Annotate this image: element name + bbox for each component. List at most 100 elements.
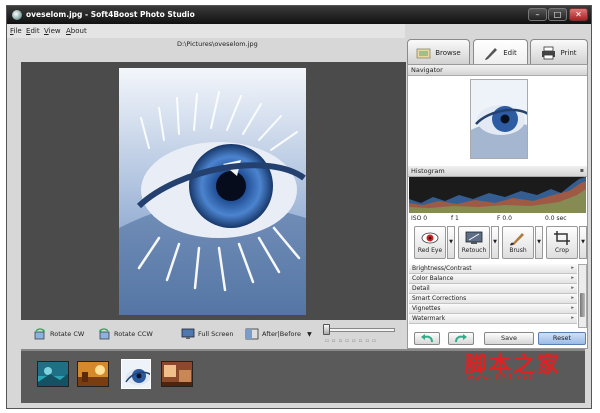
- tab-edit-label: Edit: [503, 48, 517, 57]
- shutter-value: 0.0 sec: [545, 215, 567, 222]
- after-before-dropdown[interactable]: After|Before ▼: [245, 328, 312, 340]
- adjustment-color-balance[interactable]: Color Balance ▸: [409, 274, 577, 284]
- red-eye-label: Red Eye: [417, 247, 443, 254]
- tab-print[interactable]: Print: [530, 39, 588, 65]
- app-logo-icon: [12, 10, 22, 20]
- tab-browse[interactable]: Browse: [407, 39, 470, 65]
- crop-options-arrow[interactable]: ▼: [579, 226, 587, 259]
- eye-icon: [421, 232, 439, 244]
- histogram-header[interactable]: Histogram ▪: [408, 166, 587, 177]
- focal-value: F 0.0: [497, 215, 512, 222]
- full-screen-button[interactable]: Full Screen: [181, 328, 234, 340]
- brush-options-arrow[interactable]: ▼: [535, 226, 543, 259]
- red-eye-options-arrow[interactable]: ▼: [447, 226, 455, 259]
- tab-edit[interactable]: Edit: [473, 39, 528, 65]
- crop-icon: [554, 231, 570, 245]
- adjustment-smart-corrections[interactable]: Smart Corrections ▸: [409, 294, 577, 304]
- expand-icon: ▸: [571, 265, 574, 271]
- thumbnail-strip[interactable]: [21, 349, 585, 403]
- zoom-slider-handle[interactable]: [323, 324, 330, 335]
- adjustment-label: Smart Corrections: [412, 295, 467, 302]
- close-button[interactable]: ✕: [569, 8, 588, 21]
- navigator-preview[interactable]: [470, 79, 528, 159]
- monitor-icon: [181, 328, 195, 339]
- file-path-label: D:\Pictures\oveselom.jpg: [177, 40, 258, 48]
- brush-icon: [510, 233, 524, 246]
- rotate-cw-button[interactable]: Rotate CW: [33, 328, 84, 340]
- adjustment-watermark[interactable]: Watermark ▸: [409, 314, 577, 324]
- maximize-button[interactable]: □: [548, 8, 567, 21]
- expand-icon: ▸: [571, 275, 574, 281]
- red-eye-button[interactable]: Red Eye: [414, 226, 446, 259]
- menu-about[interactable]: About: [66, 27, 87, 35]
- rotate-cw-label: Rotate CW: [50, 330, 85, 338]
- scrollbar-thumb[interactable]: [580, 293, 585, 317]
- reset-button[interactable]: Reset: [538, 332, 586, 345]
- expand-icon: ▸: [571, 295, 574, 301]
- menu-view[interactable]: View: [44, 27, 61, 35]
- crop-label: Crop: [554, 247, 569, 254]
- tab-print-label: Print: [560, 48, 577, 57]
- expand-icon: ▸: [571, 305, 574, 311]
- redo-button[interactable]: [448, 332, 474, 345]
- thumbnail-item[interactable]: [37, 361, 69, 387]
- navigator-header[interactable]: Navigator: [408, 65, 587, 76]
- menu-edit[interactable]: Edit: [26, 27, 40, 35]
- adjustment-label: Brightness/Contrast: [412, 265, 472, 272]
- redo-arrow-icon: [455, 334, 467, 343]
- folder-browse-icon: [416, 48, 431, 58]
- retouch-monitor-icon: [465, 231, 483, 244]
- expand-icon: ▸: [571, 285, 574, 291]
- undo-button[interactable]: [414, 332, 440, 345]
- menu-file[interactable]: File: [10, 27, 22, 35]
- app-window: oveselom.jpg - Soft4Boost Photo Studio –…: [6, 5, 592, 409]
- thumbnail-item-selected[interactable]: [121, 359, 151, 389]
- after-before-label: After|Before: [262, 330, 302, 338]
- histogram-graph: [409, 177, 586, 213]
- tab-browse-label: Browse: [435, 48, 461, 57]
- menu-bar: File Edit View About: [7, 24, 405, 38]
- retouch-options-arrow[interactable]: ▼: [491, 226, 499, 259]
- rotate-clockwise-icon: [34, 328, 45, 340]
- adjustment-label: Color Balance: [412, 275, 454, 282]
- printer-icon: [542, 46, 556, 59]
- navigator-title: Navigator: [411, 66, 443, 74]
- split-view-icon: [245, 328, 259, 340]
- playback-mini-controls-icon: ▫▫▫▫▫▫▫▫: [325, 338, 379, 344]
- zoom-slider-track[interactable]: [325, 328, 395, 332]
- minimize-button[interactable]: –: [528, 8, 547, 21]
- chevron-down-icon: ▼: [307, 330, 312, 338]
- edit-panel: Navigator Histogram ▪ ISO 0 f 1 F 0.0 0.…: [407, 64, 588, 349]
- adjustment-label: Watermark: [412, 315, 446, 322]
- full-screen-label: Full Screen: [198, 330, 234, 338]
- retouch-button[interactable]: Retouch: [458, 226, 490, 259]
- exif-readout: ISO 0 f 1 F 0.0 0.0 sec: [411, 215, 586, 223]
- undo-arrow-icon: [421, 334, 433, 343]
- adjustment-brightness-contrast[interactable]: Brightness/Contrast ▸: [409, 264, 577, 274]
- brush-label: Brush: [509, 247, 527, 254]
- adjustment-detail[interactable]: Detail ▸: [409, 284, 577, 294]
- crop-button[interactable]: Crop: [546, 226, 578, 259]
- adjustment-label: Vignettes: [412, 305, 441, 312]
- thumbnail-item[interactable]: [161, 361, 193, 387]
- save-button[interactable]: Save: [484, 332, 534, 345]
- image-viewer[interactable]: [21, 62, 406, 320]
- histogram-title: Histogram: [411, 167, 445, 175]
- thumbnail-item[interactable]: [77, 361, 109, 387]
- rotate-ccw-button[interactable]: Rotate CCW: [97, 328, 153, 340]
- rotate-ccw-label: Rotate CCW: [114, 330, 153, 338]
- title-bar[interactable]: oveselom.jpg - Soft4Boost Photo Studio –…: [7, 6, 591, 24]
- adjustments-scrollbar[interactable]: [578, 264, 587, 328]
- main-photo: [119, 68, 306, 315]
- window-title: oveselom.jpg - Soft4Boost Photo Studio: [26, 10, 195, 19]
- rotate-counterclockwise-icon: [99, 328, 110, 340]
- retouch-label: Retouch: [461, 247, 487, 254]
- adjustment-vignettes[interactable]: Vignettes ▸: [409, 304, 577, 314]
- adjustment-label: Detail: [412, 285, 430, 292]
- collapse-icon: ▪: [579, 167, 584, 174]
- adjustments-list: Brightness/Contrast ▸ Color Balance ▸ Deta…: [409, 264, 577, 324]
- pencil-icon: [485, 47, 498, 60]
- iso-value: ISO 0: [411, 215, 428, 222]
- brush-button[interactable]: Brush: [502, 226, 534, 259]
- f-number-value: f 1: [451, 215, 459, 222]
